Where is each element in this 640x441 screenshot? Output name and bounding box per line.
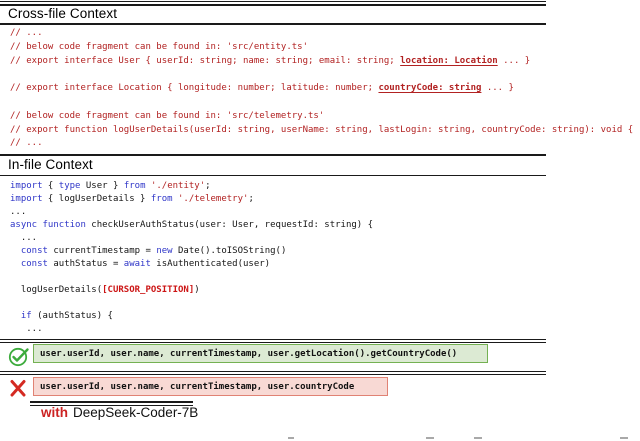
code-line: import { type User } from './entity';	[10, 180, 373, 193]
code-line: // ...	[10, 27, 633, 41]
code-line: // export function logUserDetails(userId…	[10, 124, 633, 138]
divider	[0, 154, 546, 156]
code-line: // export interface Location { longitude…	[10, 82, 633, 96]
incorrect-completion-text: user.userId, user.name, currentTimestamp…	[33, 377, 388, 396]
check-circle-icon	[8, 345, 30, 367]
divider	[0, 23, 546, 25]
model-caption: with DeepSeek-Coder-7B	[41, 405, 198, 420]
code-line: logUserDetails([CURSOR_POSITION])	[10, 284, 373, 297]
code-line: ...	[10, 323, 373, 336]
code-line	[10, 68, 633, 82]
cutoff-caption-fragment	[288, 437, 294, 439]
code-line: async function checkUserAuthStatus(user:…	[10, 219, 373, 232]
code-line	[10, 271, 373, 284]
with-label: with	[41, 405, 68, 420]
code-line: // below code fragment can be found in: …	[10, 41, 633, 55]
code-line: const currentTimestamp = new Date().toIS…	[10, 245, 373, 258]
code-line	[10, 297, 373, 310]
in-file-code-block: import { type User } from './entity';imp…	[10, 180, 373, 336]
correct-completion-text: user.userId, user.name, currentTimestamp…	[33, 344, 488, 363]
divider	[0, 339, 546, 343]
divider	[0, 371, 546, 375]
code-line: // export interface User { userId: strin…	[10, 55, 633, 69]
code-line: if (authStatus) {	[10, 310, 373, 323]
code-line: const authStatus = await isAuthenticated…	[10, 258, 373, 271]
cross-file-code-block: // ...// below code fragment can be foun…	[10, 27, 633, 151]
in-file-context-title: In-file Context	[8, 157, 93, 172]
cross-icon	[8, 378, 28, 398]
code-line: // below code fragment can be found in: …	[10, 110, 633, 124]
code-line: ...	[10, 232, 373, 245]
cutoff-caption-fragment	[620, 437, 628, 439]
divider	[0, 175, 546, 176]
divider	[0, 1, 546, 2]
cross-file-context-title: Cross-file Context	[8, 6, 117, 21]
paper-figure-code-completion: Cross-file Context // ...// below code f…	[0, 0, 640, 441]
code-line: ...	[10, 206, 373, 219]
cutoff-caption-fragment	[474, 437, 482, 439]
model-name: DeepSeek-Coder-7B	[73, 405, 198, 420]
code-line	[10, 96, 633, 110]
code-line: import { logUserDetails } from './teleme…	[10, 193, 373, 206]
cutoff-caption-fragment	[426, 437, 434, 439]
code-line: // ...	[10, 137, 633, 151]
